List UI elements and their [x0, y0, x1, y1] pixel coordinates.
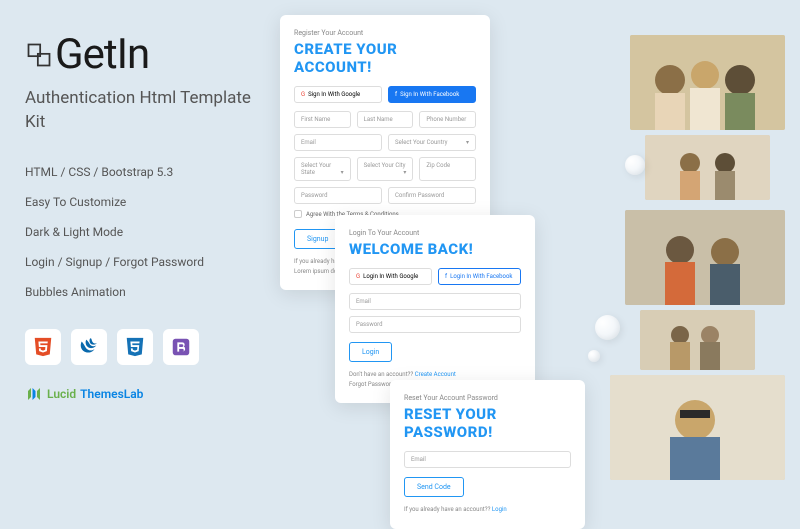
bootstrap-icon: [163, 329, 199, 365]
bubble-decoration: [595, 315, 620, 340]
phone-field[interactable]: Phone Number: [419, 111, 476, 128]
city-select[interactable]: Select Your City: [357, 157, 414, 181]
html5-icon: [25, 329, 61, 365]
hero-photo-4: [640, 310, 755, 370]
logo-icon: [25, 41, 53, 69]
jquery-icon: [71, 329, 107, 365]
facebook-signup-button[interactable]: fSign In With Facebook: [388, 86, 476, 103]
logo: GetIn: [25, 30, 265, 79]
brand-logo-icon: [25, 385, 43, 403]
feature-item: Easy To Customize: [25, 195, 265, 209]
login-card: Login To Your Account WELCOME BACK! GLog…: [335, 215, 535, 403]
login-email-field[interactable]: Email: [349, 293, 521, 310]
password-field[interactable]: Password: [294, 187, 382, 204]
subtitle: Authentication Html Template Kit: [25, 87, 265, 135]
bubble-decoration: [588, 350, 600, 362]
send-code-button[interactable]: Send Code: [404, 477, 464, 497]
login-button[interactable]: Login: [349, 342, 392, 362]
hero-photo-2: [645, 135, 770, 200]
hero-photo-5: [610, 375, 785, 480]
create-account-link[interactable]: Create Account: [415, 371, 456, 378]
login-title: WELCOME BACK!: [349, 240, 521, 258]
hero-photo-1: [630, 35, 785, 130]
facebook-login-button[interactable]: fLogin In With Facebook: [438, 268, 521, 285]
reset-email-field[interactable]: Email: [404, 451, 571, 468]
first-name-field[interactable]: First Name: [294, 111, 351, 128]
google-signup-button[interactable]: GSign In With Google: [294, 86, 382, 103]
reset-card: Reset Your Account Password RESET YOUR P…: [390, 380, 585, 529]
feature-item: Bubbles Animation: [25, 285, 265, 299]
feature-list: HTML / CSS / Bootstrap 5.3 Easy To Custo…: [25, 165, 265, 299]
google-login-button[interactable]: GLogin In With Google: [349, 268, 432, 285]
reset-label: Reset Your Account Password: [404, 394, 571, 402]
login-password-field[interactable]: Password: [349, 316, 521, 333]
feature-item: Login / Signup / Forgot Password: [25, 255, 265, 269]
feature-item: Dark & Light Mode: [25, 225, 265, 239]
tech-icons: [25, 329, 265, 365]
login-label: Login To Your Account: [349, 229, 521, 237]
bubble-decoration: [625, 155, 645, 175]
state-select[interactable]: Select Your State: [294, 157, 351, 181]
zip-field[interactable]: Zip Code: [419, 157, 476, 181]
last-name-field[interactable]: Last Name: [357, 111, 414, 128]
footer-brand: Lucid ThemesLab: [25, 385, 265, 403]
brand-name: GetIn: [55, 30, 149, 79]
signup-title: CREATE YOUR ACCOUNT!: [294, 40, 476, 76]
reset-links: If you already have an account?? Login: [404, 505, 571, 515]
hero-photo-3: [625, 210, 785, 305]
signup-label: Register Your Account: [294, 29, 476, 37]
country-select[interactable]: Select Your Country: [388, 134, 476, 151]
reset-login-link[interactable]: Login: [492, 506, 507, 513]
email-field[interactable]: Email: [294, 134, 382, 151]
reset-title: RESET YOUR PASSWORD!: [404, 405, 571, 441]
css3-icon: [117, 329, 153, 365]
confirm-password-field[interactable]: Confirm Password: [388, 187, 476, 204]
feature-item: HTML / CSS / Bootstrap 5.3: [25, 165, 265, 179]
